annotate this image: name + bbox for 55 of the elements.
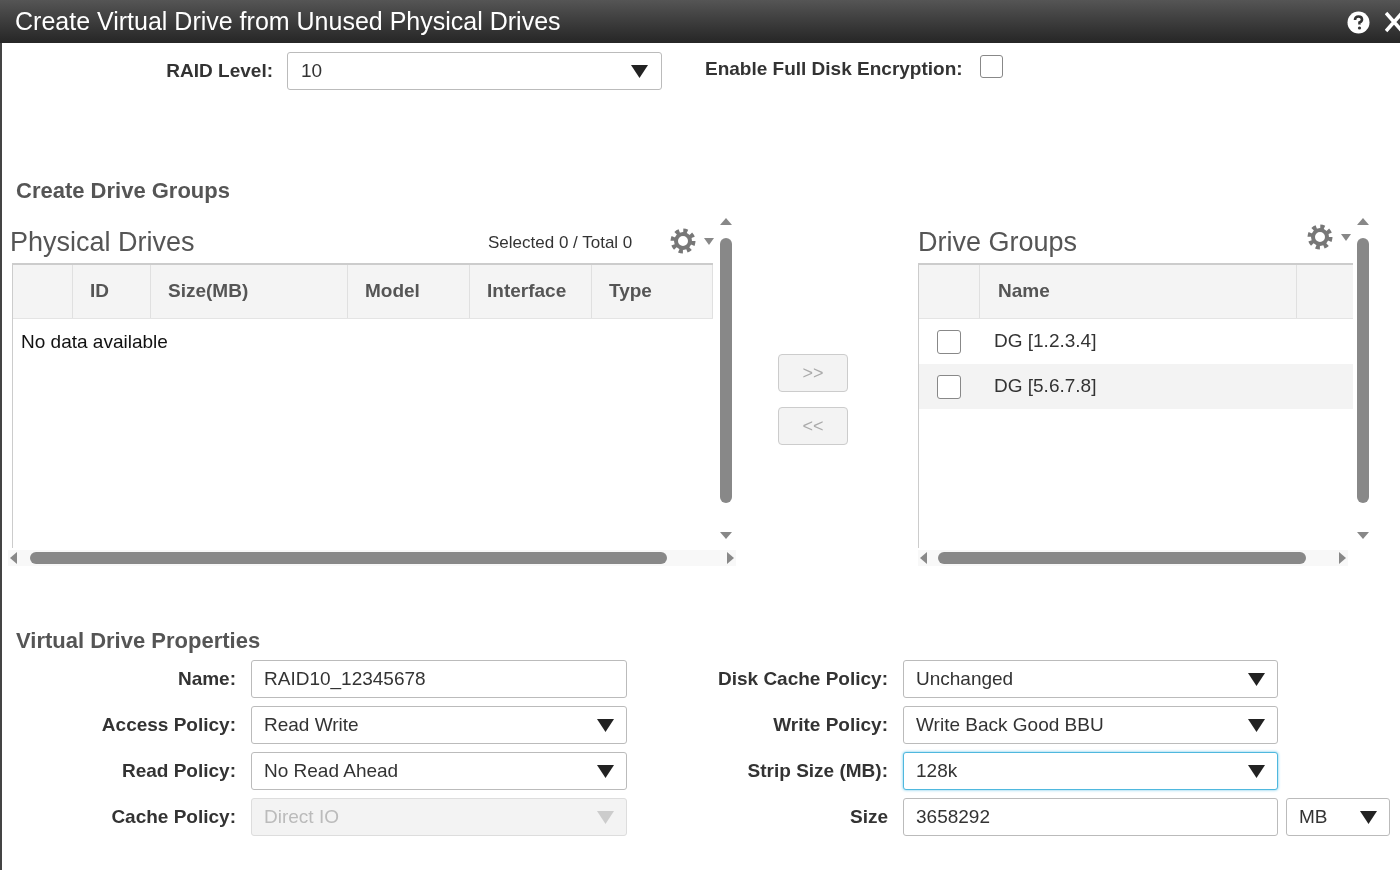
panel-title: Drive Groups bbox=[918, 226, 1078, 259]
row-checkbox[interactable] bbox=[937, 374, 961, 399]
field-label: Strip Size (MB): bbox=[746, 758, 888, 783]
field-label: Write Policy: bbox=[772, 712, 888, 737]
field-label: Name: bbox=[176, 666, 236, 691]
raid-level-select[interactable]: 10 bbox=[287, 52, 662, 90]
table-row[interactable]: DG [5.6.7.8] bbox=[919, 364, 1353, 409]
close-icon[interactable] bbox=[1385, 11, 1400, 33]
field-label: Cache Policy: bbox=[110, 804, 236, 829]
selection-count: Selected 0 / Total 0 bbox=[488, 232, 633, 254]
dropdown[interactable]: No Read Ahead bbox=[251, 752, 627, 790]
caret-icon bbox=[1248, 672, 1265, 686]
field-label: Read Policy: bbox=[120, 758, 236, 783]
dropdown[interactable]: Read Write bbox=[251, 706, 627, 744]
caret-icon[interactable] bbox=[1341, 234, 1351, 241]
text-field[interactable]: RAID10_12345678 bbox=[251, 660, 627, 698]
caret-icon[interactable] bbox=[704, 238, 714, 245]
drive-group-name: DG [5.6.7.8] bbox=[994, 374, 1097, 399]
caret-icon bbox=[1248, 764, 1265, 778]
dropdown[interactable]: Write Back Good BBU bbox=[903, 706, 1278, 744]
column-header[interactable]: ID bbox=[73, 265, 151, 318]
column-header[interactable]: Size(MB) bbox=[151, 265, 348, 318]
caret-icon bbox=[597, 810, 614, 824]
dropdown[interactable]: 128k bbox=[903, 752, 1278, 790]
row-checkbox[interactable] bbox=[937, 329, 961, 354]
dialog-title: Create Virtual Drive from Unused Physical Drives bbox=[15, 5, 561, 37]
section-heading: Create Drive Groups bbox=[16, 177, 231, 202]
horizontal-scrollbar[interactable] bbox=[918, 550, 1348, 566]
empty-message: No data available bbox=[20, 330, 169, 354]
encryption-checkbox[interactable] bbox=[979, 55, 1003, 78]
panel-title: Physical Drives bbox=[10, 226, 195, 259]
gear-icon[interactable] bbox=[670, 228, 696, 254]
field-label: Access Policy: bbox=[100, 712, 236, 737]
caret-icon bbox=[1360, 810, 1377, 824]
dropdown[interactable]: Unchanged bbox=[903, 660, 1278, 698]
field-label: Size bbox=[848, 804, 888, 829]
caret-icon bbox=[597, 764, 614, 778]
gear-icon[interactable] bbox=[1307, 224, 1333, 250]
vertical-scrollbar[interactable] bbox=[718, 216, 734, 541]
field-label: Disk Cache Policy: bbox=[716, 666, 888, 691]
column-header[interactable]: Interface bbox=[470, 265, 592, 318]
help-icon[interactable] bbox=[1347, 11, 1370, 34]
unit-dropdown[interactable]: MB bbox=[1286, 798, 1390, 836]
horizontal-scrollbar[interactable] bbox=[8, 550, 736, 566]
encryption-label: Enable Full Disk Encryption: bbox=[705, 57, 963, 81]
drive-group-name: DG [1.2.3.4] bbox=[994, 329, 1097, 354]
raid-level-label: RAID Level: bbox=[165, 58, 273, 83]
caret-icon bbox=[597, 718, 614, 732]
text-field[interactable]: 3658292 bbox=[903, 798, 1278, 836]
column-header[interactable]: Type bbox=[592, 265, 713, 318]
section-heading: Virtual Drive Properties bbox=[16, 627, 262, 652]
vertical-scrollbar[interactable] bbox=[1355, 216, 1371, 541]
caret-icon bbox=[631, 64, 648, 78]
caret-icon bbox=[1248, 718, 1265, 732]
column-header[interactable]: Model bbox=[348, 265, 470, 318]
